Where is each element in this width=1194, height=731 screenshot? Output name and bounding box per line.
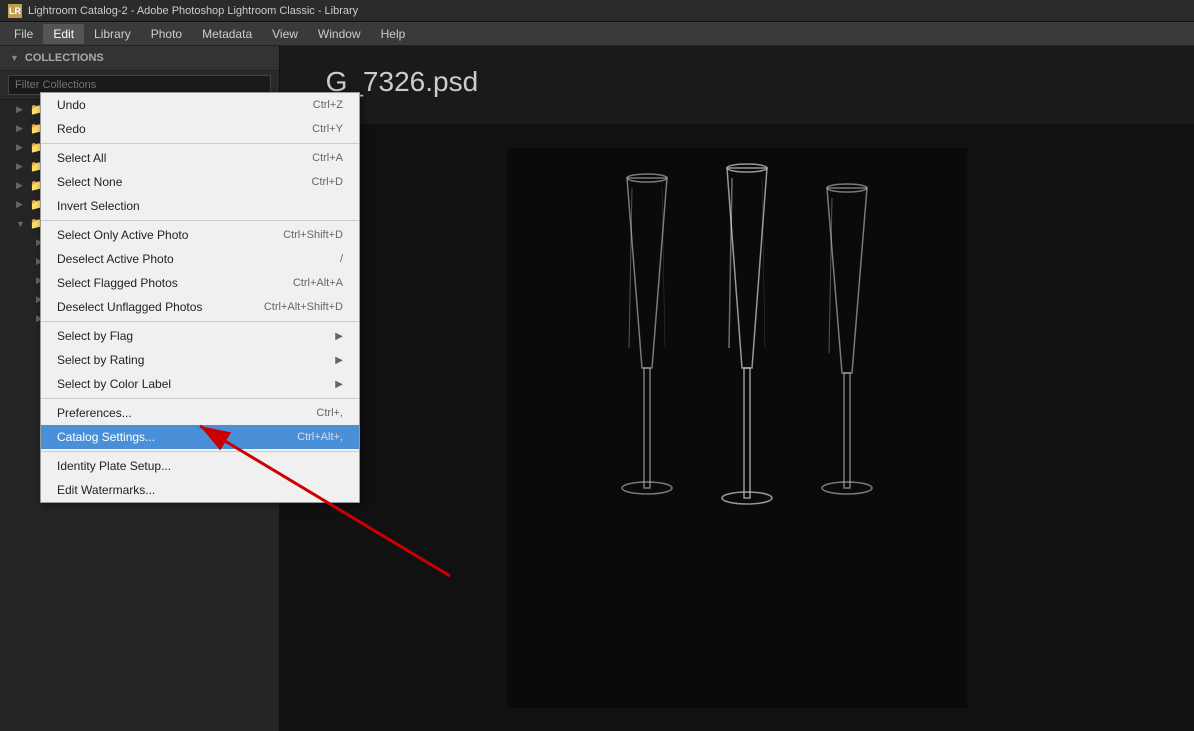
expand-arrow-d-studios-2018: ▶: [16, 180, 26, 191]
menu-item-select-only-active[interactable]: Select Only Active Photo Ctrl+Shift+D: [41, 223, 359, 247]
menu-item-select-all[interactable]: Select All Ctrl+A: [41, 146, 359, 170]
expand-arrow-my-pictures: ▼: [16, 219, 26, 229]
menu-section-5: Preferences... Ctrl+, Catalog Settings..…: [41, 401, 359, 449]
catalog-settings-shortcut: Ctrl+Alt+,: [297, 431, 343, 443]
select-by-color-arrow: ▶: [335, 379, 343, 390]
menu-item-catalog-settings[interactable]: Catalog Settings... Ctrl+Alt+,: [41, 425, 359, 449]
collections-title: Collections: [25, 52, 104, 64]
identity-plate-label: Identity Plate Setup...: [57, 459, 171, 473]
menu-section-4: Select by Flag ▶ Select by Rating ▶ Sele…: [41, 324, 359, 396]
expand-arrow-d-studios-2016: ▶: [16, 142, 26, 153]
undo-shortcut: Ctrl+Z: [313, 99, 343, 111]
expand-arrow-d-studios-2015: ▶: [16, 123, 26, 134]
menu-item-deselect-unflagged[interactable]: Deselect Unflagged Photos Ctrl+Alt+Shift…: [41, 295, 359, 319]
select-by-flag-arrow: ▶: [335, 331, 343, 342]
separator-1: [41, 143, 359, 144]
select-by-rating-arrow: ▶: [335, 355, 343, 366]
main-content: ▼ Collections ▶📁D Studios 2014▶📁D Studio…: [0, 46, 1194, 731]
select-none-shortcut: Ctrl+D: [312, 176, 343, 188]
menu-section-2: Select All Ctrl+A Select None Ctrl+D Inv…: [41, 146, 359, 218]
menu-view[interactable]: View: [262, 24, 308, 44]
select-only-active-shortcut: Ctrl+Shift+D: [283, 229, 343, 241]
menu-item-edit-watermarks[interactable]: Edit Watermarks...: [41, 478, 359, 502]
menu-item-invert-selection[interactable]: Invert Selection: [41, 194, 359, 218]
menu-item-undo[interactable]: Undo Ctrl+Z: [41, 93, 359, 117]
menu-section-6: Identity Plate Setup... Edit Watermarks.…: [41, 454, 359, 502]
edit-watermarks-label: Edit Watermarks...: [57, 483, 155, 497]
menu-bar: File Edit Library Photo Metadata View Wi…: [0, 22, 1194, 46]
menu-window[interactable]: Window: [308, 24, 371, 44]
deselect-unflagged-shortcut: Ctrl+Alt+Shift+D: [264, 301, 343, 313]
collections-header[interactable]: ▼ Collections: [0, 46, 279, 71]
menu-item-select-by-flag[interactable]: Select by Flag ▶: [41, 324, 359, 348]
menu-help[interactable]: Help: [371, 24, 416, 44]
image-header: _G_7326.psd x 5206: [280, 46, 1194, 124]
preferences-shortcut: Ctrl+,: [316, 407, 343, 419]
menu-edit[interactable]: Edit: [43, 24, 84, 44]
deselect-unflagged-label: Deselect Unflagged Photos: [57, 300, 202, 314]
select-all-label: Select All: [57, 151, 106, 165]
window-title: Lightroom Catalog-2 - Adobe Photoshop Li…: [28, 5, 358, 17]
expand-arrow-d-studios-2019: ▶: [16, 199, 26, 210]
select-only-active-label: Select Only Active Photo: [57, 228, 188, 242]
menu-section-3: Select Only Active Photo Ctrl+Shift+D De…: [41, 223, 359, 319]
expand-arrow-d-studios-2014: ▶: [16, 104, 26, 115]
separator-5: [41, 451, 359, 452]
menu-library[interactable]: Library: [84, 24, 141, 44]
menu-item-select-by-rating[interactable]: Select by Rating ▶: [41, 348, 359, 372]
menu-file[interactable]: File: [4, 24, 43, 44]
select-by-flag-label: Select by Flag: [57, 329, 133, 343]
dropdown-menu: Undo Ctrl+Z Redo Ctrl+Y Select All Ctrl+…: [40, 92, 360, 503]
menu-item-select-flagged[interactable]: Select Flagged Photos Ctrl+Alt+A: [41, 271, 359, 295]
center-area: _G_7326.psd x 5206: [280, 46, 1194, 731]
title-bar: LR Lightroom Catalog-2 - Adobe Photoshop…: [0, 0, 1194, 22]
deselect-active-label: Deselect Active Photo: [57, 252, 174, 266]
image-dimensions: x 5206: [310, 98, 1164, 114]
undo-label: Undo: [57, 98, 86, 112]
select-flagged-shortcut: Ctrl+Alt+A: [293, 277, 343, 289]
menu-item-select-by-color[interactable]: Select by Color Label ▶: [41, 372, 359, 396]
champagne-glasses-image: [507, 148, 967, 708]
menu-item-identity-plate[interactable]: Identity Plate Setup...: [41, 454, 359, 478]
menu-photo[interactable]: Photo: [141, 24, 192, 44]
catalog-settings-label: Catalog Settings...: [57, 430, 155, 444]
invert-selection-label: Invert Selection: [57, 199, 140, 213]
glasses-container: [280, 124, 1194, 731]
menu-metadata[interactable]: Metadata: [192, 24, 262, 44]
image-filename: _G_7326.psd: [310, 66, 1164, 98]
menu-item-deselect-active[interactable]: Deselect Active Photo /: [41, 247, 359, 271]
expand-arrow-d-studios-2017: ▶: [16, 161, 26, 172]
photo-area: [280, 124, 1194, 731]
select-all-shortcut: Ctrl+A: [312, 152, 343, 164]
preferences-label: Preferences...: [57, 406, 132, 420]
select-by-color-label: Select by Color Label: [57, 377, 171, 391]
select-by-rating-label: Select by Rating: [57, 353, 144, 367]
separator-4: [41, 398, 359, 399]
separator-2: [41, 220, 359, 221]
menu-item-preferences[interactable]: Preferences... Ctrl+,: [41, 401, 359, 425]
redo-label: Redo: [57, 122, 86, 136]
app-icon: LR: [8, 4, 22, 18]
select-flagged-label: Select Flagged Photos: [57, 276, 178, 290]
separator-3: [41, 321, 359, 322]
menu-item-select-none[interactable]: Select None Ctrl+D: [41, 170, 359, 194]
redo-shortcut: Ctrl+Y: [312, 123, 343, 135]
deselect-active-shortcut: /: [340, 253, 343, 265]
menu-item-redo[interactable]: Redo Ctrl+Y: [41, 117, 359, 141]
menu-section-1: Undo Ctrl+Z Redo Ctrl+Y: [41, 93, 359, 141]
select-none-label: Select None: [57, 175, 122, 189]
collections-triangle: ▼: [10, 53, 19, 63]
